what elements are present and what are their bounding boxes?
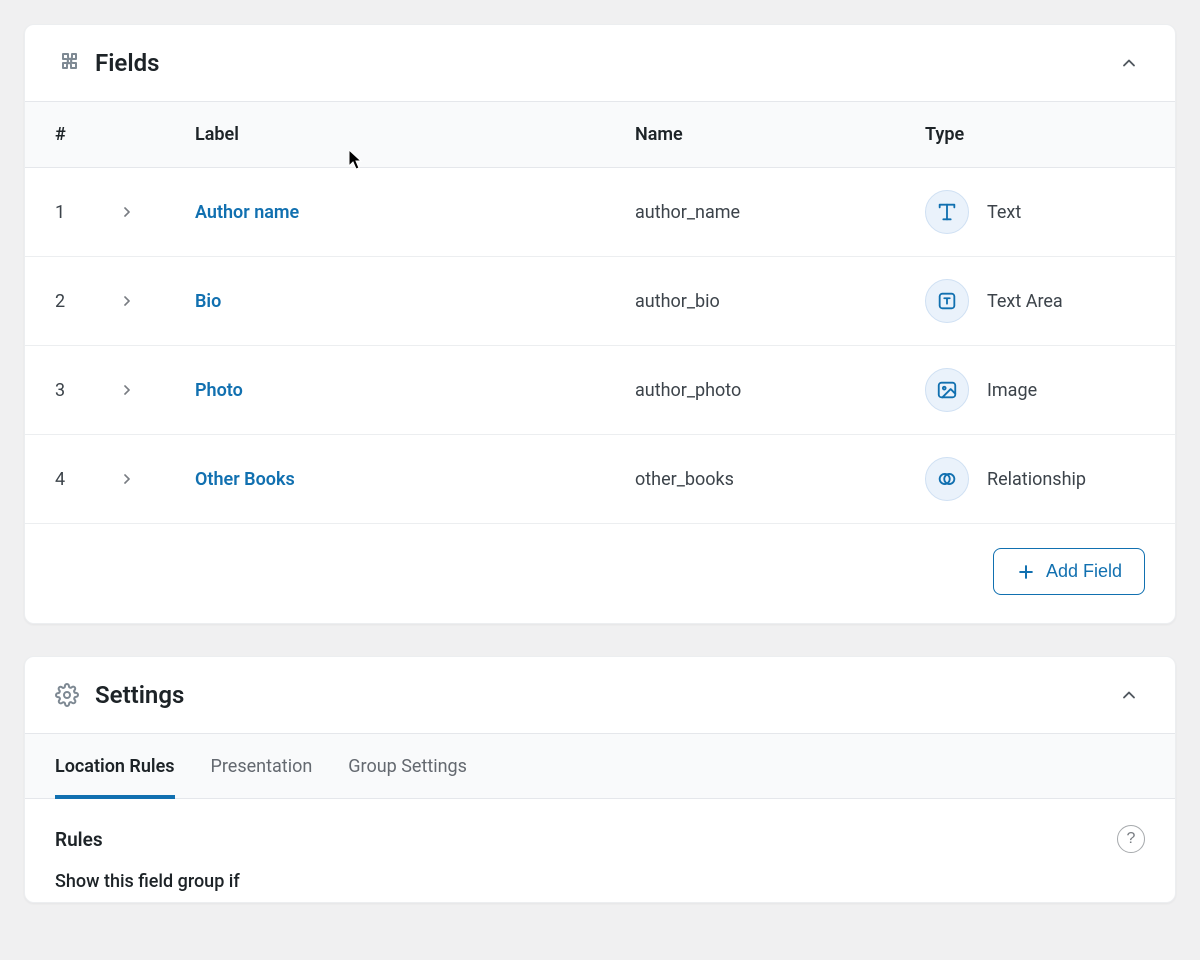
fields-puzzle-icon — [55, 51, 79, 75]
row-number: 3 — [25, 346, 115, 435]
text-type-icon — [925, 190, 969, 234]
fields-table: # Label Name Type 1 Author name author_n… — [25, 101, 1175, 524]
rules-heading-row: Rules ? — [55, 825, 1145, 853]
field-label-link[interactable]: Author name — [195, 202, 299, 223]
row-number: 2 — [25, 257, 115, 346]
field-name: author_photo — [605, 346, 895, 435]
row-number: 4 — [25, 435, 115, 524]
settings-panel-title: Settings — [95, 681, 184, 709]
settings-gear-icon — [55, 683, 79, 707]
field-label-link[interactable]: Bio — [195, 291, 221, 312]
relationship-type-icon — [925, 457, 969, 501]
chevron-right-icon — [119, 471, 135, 487]
chevron-up-icon — [1119, 684, 1139, 706]
fields-panel-header: Fields — [25, 25, 1175, 101]
table-row[interactable]: 2 Bio author_bio Text Area — [25, 257, 1175, 346]
tab-location-rules[interactable]: Location Rules — [55, 734, 175, 799]
fields-panel-footer: Add Field — [25, 524, 1175, 623]
add-field-button[interactable]: Add Field — [993, 548, 1145, 595]
row-number: 1 — [25, 168, 115, 257]
settings-tabs: Location Rules Presentation Group Settin… — [25, 733, 1175, 799]
chevron-up-icon — [1119, 52, 1139, 74]
chevron-right-icon — [119, 204, 135, 220]
add-field-label: Add Field — [1046, 561, 1122, 582]
fields-title-wrap: Fields — [55, 49, 159, 77]
plus-icon — [1016, 562, 1036, 582]
expand-row-button[interactable] — [115, 467, 139, 491]
chevron-right-icon — [119, 382, 135, 398]
textarea-type-icon — [925, 279, 969, 323]
type-cell: Image — [925, 368, 1145, 412]
fields-collapse-button[interactable] — [1113, 47, 1145, 79]
field-name: other_books — [605, 435, 895, 524]
expand-row-button[interactable] — [115, 289, 139, 313]
rules-help-button[interactable]: ? — [1117, 825, 1145, 853]
image-type-icon — [925, 368, 969, 412]
type-cell: Text — [925, 190, 1145, 234]
type-label: Image — [987, 380, 1037, 401]
expand-row-button[interactable] — [115, 378, 139, 402]
expand-row-button[interactable] — [115, 200, 139, 224]
table-row[interactable]: 3 Photo author_photo Image — [25, 346, 1175, 435]
col-header-label: Label — [165, 102, 605, 168]
question-icon: ? — [1127, 830, 1136, 848]
settings-body: Rules ? Show this field group if — [25, 799, 1175, 902]
field-label-link[interactable]: Other Books — [195, 469, 295, 490]
type-label: Text — [987, 202, 1021, 223]
table-row[interactable]: 1 Author name author_name Text — [25, 168, 1175, 257]
tab-group-settings[interactable]: Group Settings — [348, 734, 467, 799]
fields-panel: Fields # Label Name Type 1 — [24, 24, 1176, 624]
rules-description: Show this field group if — [55, 871, 1145, 892]
rules-heading: Rules — [55, 828, 103, 851]
settings-panel-header: Settings — [25, 657, 1175, 733]
settings-panel: Settings Location Rules Presentation Gro… — [24, 656, 1176, 903]
settings-collapse-button[interactable] — [1113, 679, 1145, 711]
field-name: author_name — [605, 168, 895, 257]
col-header-type: Type — [895, 102, 1175, 168]
chevron-right-icon — [119, 293, 135, 309]
settings-title-wrap: Settings — [55, 681, 184, 709]
tab-presentation[interactable]: Presentation — [211, 734, 313, 799]
col-header-name: Name — [605, 102, 895, 168]
type-label: Relationship — [987, 469, 1086, 490]
col-header-expand — [115, 102, 165, 168]
field-label-link[interactable]: Photo — [195, 380, 243, 401]
type-label: Text Area — [987, 291, 1063, 312]
fields-panel-title: Fields — [95, 49, 159, 77]
type-cell: Text Area — [925, 279, 1145, 323]
type-cell: Relationship — [925, 457, 1145, 501]
table-header-row: # Label Name Type — [25, 102, 1175, 168]
table-row[interactable]: 4 Other Books other_books Relationship — [25, 435, 1175, 524]
field-name: author_bio — [605, 257, 895, 346]
col-header-num: # — [25, 102, 115, 168]
